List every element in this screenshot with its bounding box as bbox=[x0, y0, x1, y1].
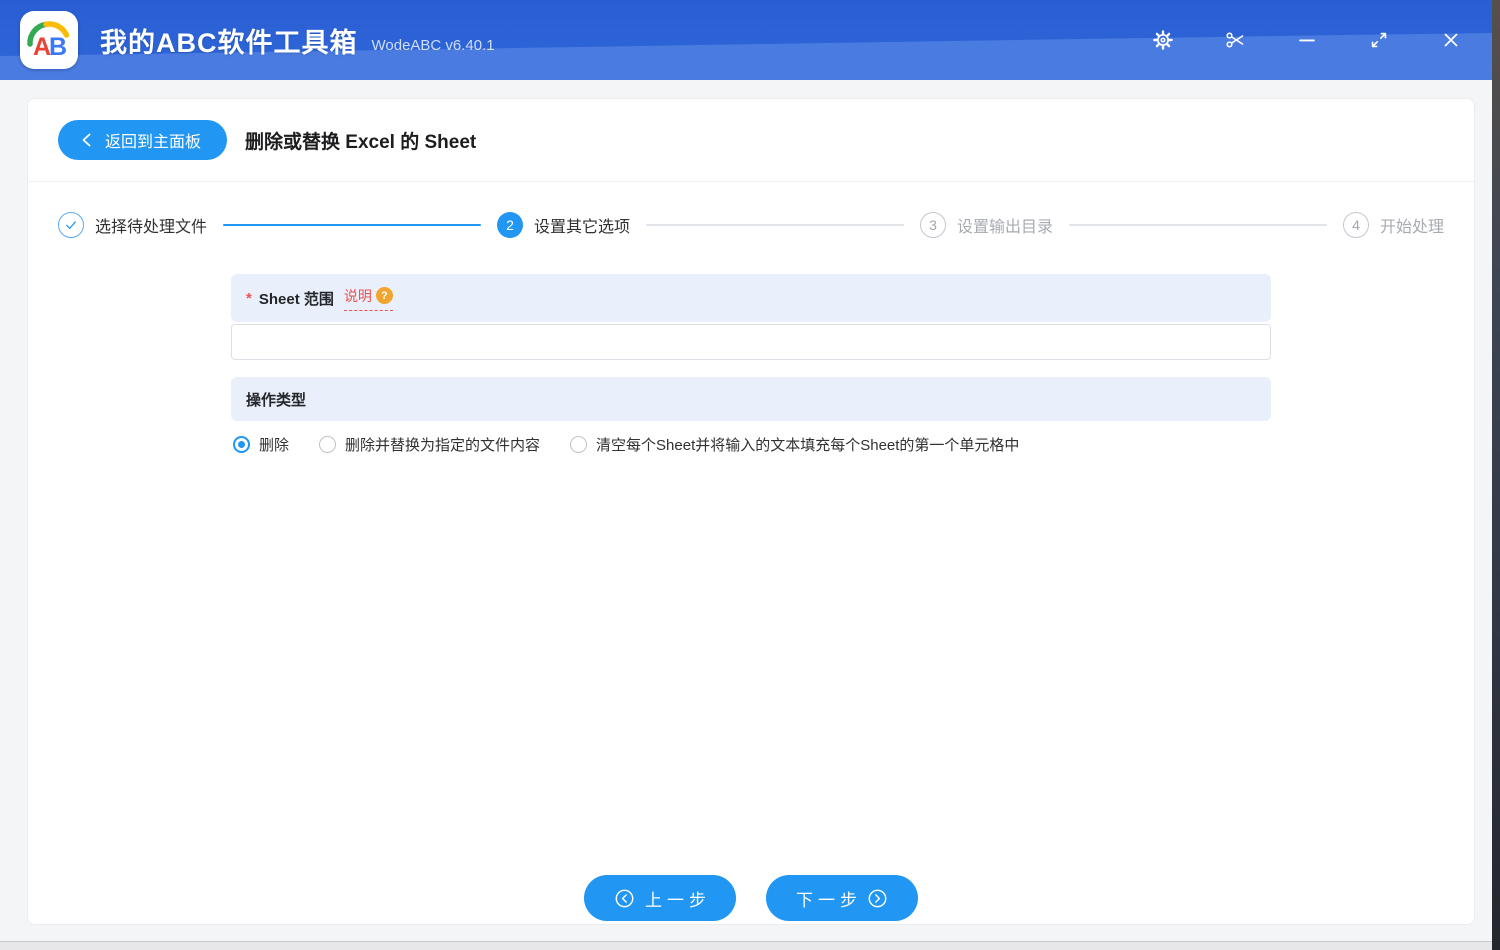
back-button-label: 返回到主面板 bbox=[105, 134, 202, 151]
sheet-range-section-header: * Sheet 范围 说明 ? bbox=[231, 274, 1271, 322]
step-connector-2-3 bbox=[646, 224, 904, 226]
circle-chevron-right-icon bbox=[868, 889, 887, 907]
screenshot-button[interactable] bbox=[1222, 27, 1248, 53]
logo-letter-b: B bbox=[49, 33, 67, 61]
sheet-range-help-link[interactable]: 说明 ? bbox=[343, 286, 393, 311]
chevron-left-icon bbox=[82, 133, 91, 147]
app-version: WodeABC v6.40.1 bbox=[371, 36, 495, 54]
main-panel: 返回到主面板 删除或替换 Excel 的 Sheet 选择待处理文件 2 设置其… bbox=[27, 98, 1475, 925]
previous-step-button[interactable]: 上一步 bbox=[584, 875, 736, 921]
next-step-button[interactable]: 下一步 bbox=[766, 875, 918, 921]
step-4-label: 开始处理 bbox=[1380, 219, 1445, 236]
desktop-background-sliver bbox=[1492, 0, 1500, 950]
radio-option-clear-fill[interactable]: 清空每个Sheet并将输入的文本填充每个Sheet的第一个单元格中 bbox=[570, 434, 1019, 455]
step-1-label: 选择待处理文件 bbox=[95, 219, 208, 236]
step-4-start-process: 4 开始处理 bbox=[1343, 212, 1444, 238]
step-3-output-dir: 3 设置输出目录 bbox=[920, 212, 1053, 238]
help-link-label: 说明 bbox=[343, 287, 372, 304]
required-marker: * bbox=[246, 289, 252, 307]
options-form: * Sheet 范围 说明 ? 操作类型 删除 删除并替换为指定的文件内容 清空… bbox=[231, 274, 1271, 455]
app-title: 我的ABC软件工具箱 bbox=[100, 27, 358, 58]
titlebar: AB 我的ABC软件工具箱 WodeABC v6.40.1 bbox=[0, 0, 1492, 80]
resize-button[interactable] bbox=[1366, 27, 1392, 53]
operation-type-label: 操作类型 bbox=[246, 391, 307, 409]
page-title: 删除或替换 Excel 的 Sheet bbox=[245, 131, 477, 153]
close-icon bbox=[1444, 33, 1458, 47]
panel-header: 返回到主面板 删除或替换 Excel 的 Sheet bbox=[28, 99, 1474, 182]
step-2-label: 设置其它选项 bbox=[534, 219, 631, 236]
radio-unselected-icon bbox=[570, 436, 588, 453]
wizard-footer: 上一步 下一步 bbox=[28, 875, 1474, 921]
app-root: AB 我的ABC软件工具箱 WodeABC v6.40.1 返回到主面板 删除或… bbox=[0, 0, 1500, 950]
titlebar-actions bbox=[1150, 27, 1464, 53]
radio-option-delete[interactable]: 删除 bbox=[233, 434, 289, 455]
radio-option-clear-fill-label: 清空每个Sheet并将输入的文本填充每个Sheet的第一个单元格中 bbox=[596, 437, 1020, 454]
operation-type-section-header: 操作类型 bbox=[231, 377, 1271, 421]
logo-letters: AB bbox=[32, 33, 67, 61]
previous-step-label: 上一步 bbox=[645, 890, 711, 910]
close-button[interactable] bbox=[1438, 27, 1464, 53]
step-connector-1-2 bbox=[223, 224, 481, 226]
step-2-set-options: 2 设置其它选项 bbox=[497, 212, 630, 238]
scissors-icon bbox=[1226, 32, 1244, 48]
settings-icon bbox=[1153, 30, 1173, 50]
logo-letter-a: A bbox=[32, 33, 51, 61]
check-icon bbox=[66, 221, 76, 229]
step-3-label: 设置输出目录 bbox=[957, 219, 1054, 236]
app-window: AB 我的ABC软件工具箱 WodeABC v6.40.1 返回到主面板 删除或… bbox=[0, 0, 1492, 950]
operation-type-radio-group: 删除 删除并替换为指定的文件内容 清空每个Sheet并将输入的文本填充每个She… bbox=[231, 434, 1271, 455]
stepper: 选择待处理文件 2 设置其它选项 3 设置输出目录 4 开始处理 bbox=[28, 182, 1474, 260]
sheet-range-input[interactable] bbox=[231, 324, 1271, 360]
radio-unselected-icon bbox=[319, 436, 337, 453]
next-step-label: 下一步 bbox=[796, 890, 862, 910]
circle-chevron-left-icon bbox=[615, 889, 634, 907]
sheet-range-label: Sheet 范围 bbox=[258, 290, 334, 308]
radio-option-delete-replace-label: 删除并替换为指定的文件内容 bbox=[345, 437, 541, 454]
step-connector-3-4 bbox=[1069, 224, 1327, 226]
question-mark-icon: ? bbox=[375, 287, 393, 304]
resize-icon bbox=[1371, 32, 1387, 48]
step-1-circle bbox=[58, 212, 84, 238]
step-4-circle: 4 bbox=[1343, 212, 1369, 238]
minimize-button[interactable] bbox=[1294, 27, 1320, 53]
radio-option-delete-label: 删除 bbox=[259, 437, 290, 454]
titlebar-inner: AB 我的ABC软件工具箱 WodeABC v6.40.1 bbox=[0, 0, 1492, 80]
settings-button[interactable] bbox=[1150, 27, 1176, 53]
back-to-dashboard-button[interactable]: 返回到主面板 bbox=[58, 120, 228, 160]
window-bottom-edge bbox=[0, 941, 1492, 950]
minimize-icon bbox=[1299, 39, 1315, 42]
app-logo: AB bbox=[20, 11, 78, 69]
radio-selected-icon bbox=[233, 436, 250, 453]
step-1-select-files: 选择待处理文件 bbox=[58, 212, 207, 238]
step-3-circle: 3 bbox=[920, 212, 946, 238]
step-2-circle: 2 bbox=[497, 212, 523, 238]
radio-option-delete-replace[interactable]: 删除并替换为指定的文件内容 bbox=[319, 434, 540, 455]
